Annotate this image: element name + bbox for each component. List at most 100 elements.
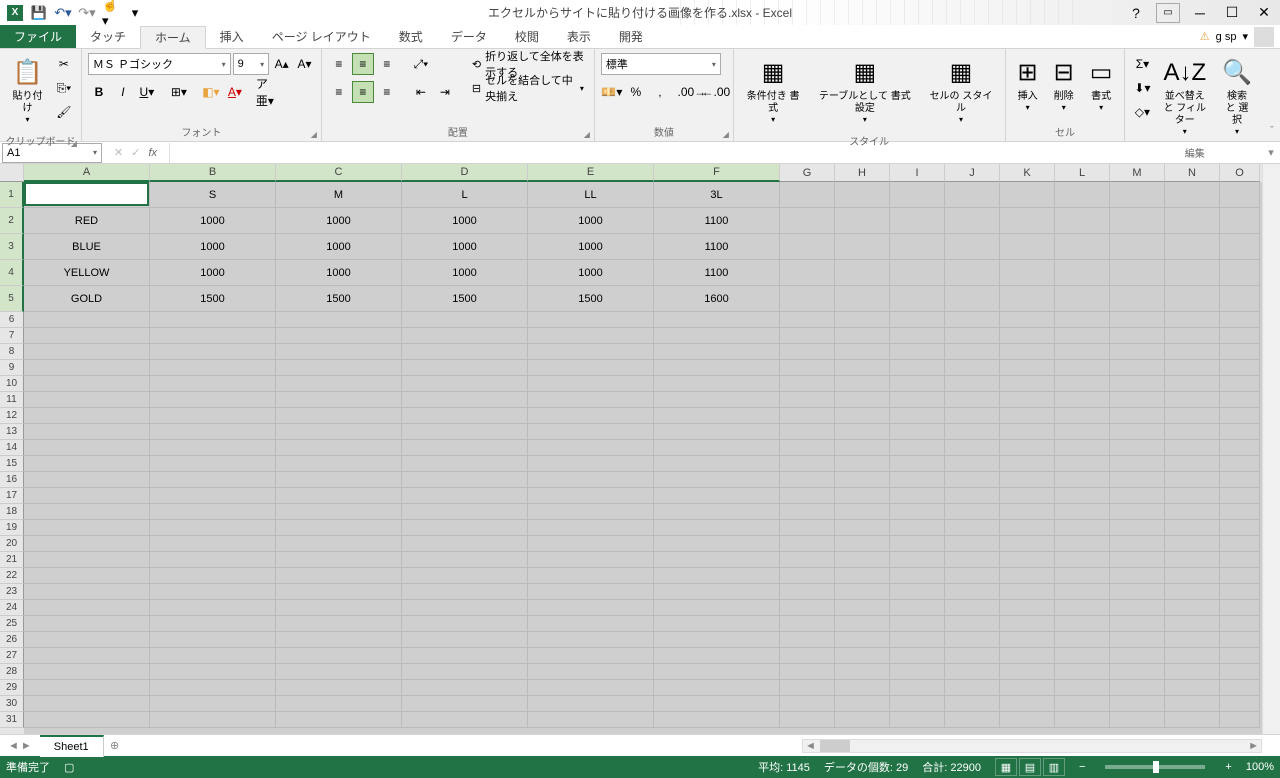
find-select-button[interactable]: 🔍検索と 選択▾ <box>1216 53 1258 141</box>
col-header-L[interactable]: L <box>1055 164 1110 182</box>
conditional-format-button[interactable]: ▦条件付き 書式▾ <box>740 53 806 129</box>
cell[interactable] <box>1000 182 1055 208</box>
cell[interactable] <box>890 456 945 472</box>
cell[interactable] <box>1000 488 1055 504</box>
row-header-17[interactable]: 17 <box>0 488 24 504</box>
cell[interactable] <box>1110 536 1165 552</box>
cell[interactable] <box>780 536 835 552</box>
cell[interactable] <box>835 360 890 376</box>
cell[interactable] <box>654 424 780 440</box>
cell[interactable] <box>654 552 780 568</box>
cell[interactable] <box>1165 440 1220 456</box>
cell[interactable] <box>780 648 835 664</box>
cell[interactable] <box>654 600 780 616</box>
cell[interactable] <box>890 504 945 520</box>
cell[interactable] <box>1000 328 1055 344</box>
cell[interactable] <box>402 536 528 552</box>
redo-icon[interactable]: ↷▾ <box>78 4 96 22</box>
cell[interactable] <box>1220 344 1260 360</box>
cell[interactable] <box>528 392 654 408</box>
cell[interactable] <box>1055 616 1110 632</box>
row-header-16[interactable]: 16 <box>0 472 24 488</box>
cell[interactable] <box>1000 286 1055 312</box>
clipboard-dialog-icon[interactable]: ◢ <box>71 139 77 148</box>
cell[interactable] <box>402 648 528 664</box>
cell[interactable] <box>276 536 402 552</box>
cell[interactable]: GOLD <box>24 286 150 312</box>
cell[interactable] <box>276 392 402 408</box>
cell[interactable] <box>528 664 654 680</box>
cell[interactable] <box>835 584 890 600</box>
cell[interactable] <box>654 616 780 632</box>
col-header-F[interactable]: F <box>654 164 780 182</box>
cell[interactable] <box>780 328 835 344</box>
close-icon[interactable]: ✕ <box>1252 3 1276 23</box>
row-header-3[interactable]: 3 <box>0 234 24 260</box>
cell[interactable] <box>835 488 890 504</box>
cell[interactable]: 1000 <box>528 208 654 234</box>
number-format-combo[interactable]: 標準▾ <box>601 53 721 75</box>
cell[interactable] <box>24 312 150 328</box>
col-header-J[interactable]: J <box>945 164 1000 182</box>
cell[interactable] <box>890 536 945 552</box>
cell[interactable] <box>24 600 150 616</box>
cell[interactable] <box>1165 344 1220 360</box>
cell[interactable] <box>150 376 276 392</box>
cell[interactable] <box>1000 616 1055 632</box>
cell[interactable] <box>945 632 1000 648</box>
cell[interactable] <box>1110 286 1165 312</box>
cell[interactable] <box>945 648 1000 664</box>
cell[interactable] <box>945 456 1000 472</box>
cell[interactable] <box>945 328 1000 344</box>
cell[interactable] <box>945 234 1000 260</box>
cell[interactable] <box>150 584 276 600</box>
cell[interactable] <box>1165 648 1220 664</box>
cell[interactable] <box>150 424 276 440</box>
cell[interactable] <box>1165 328 1220 344</box>
cell[interactable] <box>654 712 780 728</box>
cell[interactable] <box>835 696 890 712</box>
cell[interactable] <box>1055 584 1110 600</box>
cell[interactable] <box>945 376 1000 392</box>
cell[interactable] <box>1110 344 1165 360</box>
cell[interactable] <box>528 440 654 456</box>
cell[interactable] <box>945 712 1000 728</box>
tab-insert[interactable]: 挿入 <box>206 25 258 48</box>
cell[interactable] <box>276 616 402 632</box>
cell[interactable] <box>654 664 780 680</box>
cell[interactable] <box>835 260 890 286</box>
row-header-12[interactable]: 12 <box>0 408 24 424</box>
add-sheet-icon[interactable]: ⊕ <box>104 739 126 752</box>
cell[interactable] <box>276 440 402 456</box>
cell[interactable] <box>890 552 945 568</box>
cell[interactable] <box>1220 360 1260 376</box>
cell[interactable] <box>1220 552 1260 568</box>
cell[interactable] <box>945 182 1000 208</box>
cell[interactable] <box>1055 520 1110 536</box>
cell[interactable]: 1000 <box>150 234 276 260</box>
align-right-icon[interactable]: ≡ <box>376 81 398 103</box>
cell[interactable] <box>835 600 890 616</box>
cell[interactable] <box>654 360 780 376</box>
cell[interactable] <box>402 328 528 344</box>
cell[interactable] <box>890 568 945 584</box>
cell[interactable] <box>150 568 276 584</box>
cell[interactable] <box>276 424 402 440</box>
cell[interactable] <box>150 392 276 408</box>
cell[interactable] <box>1055 360 1110 376</box>
cell[interactable] <box>1110 234 1165 260</box>
cell[interactable] <box>402 520 528 536</box>
cell[interactable] <box>1000 536 1055 552</box>
cell[interactable] <box>150 536 276 552</box>
cell[interactable] <box>1055 648 1110 664</box>
cell[interactable] <box>1165 208 1220 234</box>
cells-area[interactable]: SMLLL3LRED10001000100010001100BLUE100010… <box>24 182 1262 734</box>
col-header-G[interactable]: G <box>780 164 835 182</box>
col-header-A[interactable]: A <box>24 164 150 182</box>
format-as-table-button[interactable]: ▦テーブルとして 書式設定▾ <box>810 53 919 129</box>
cell[interactable]: L <box>402 182 528 208</box>
cell[interactable] <box>654 504 780 520</box>
cell[interactable] <box>1000 584 1055 600</box>
cell[interactable] <box>780 424 835 440</box>
cell[interactable] <box>780 488 835 504</box>
